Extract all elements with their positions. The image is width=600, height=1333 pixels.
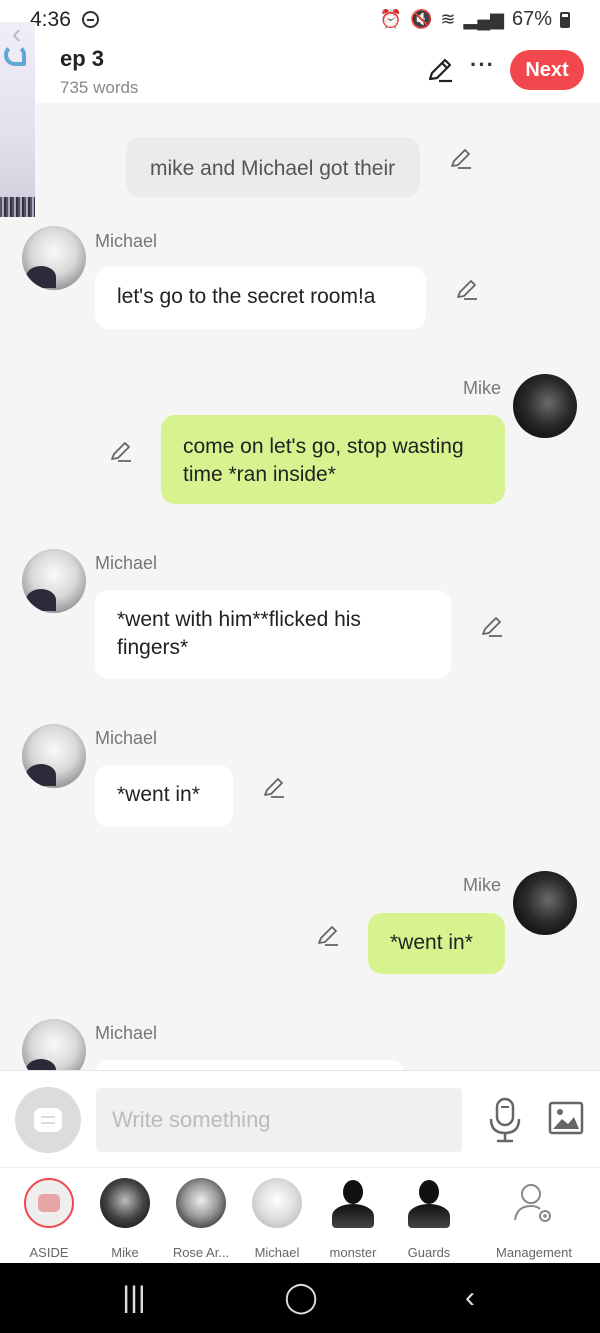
back-icon[interactable]: ‹ bbox=[440, 1277, 500, 1319]
message-bubble[interactable]: *went in* bbox=[95, 765, 233, 827]
avatar bbox=[176, 1178, 226, 1228]
michael-avatar[interactable] bbox=[22, 549, 86, 613]
story-cover-thumbnail[interactable] bbox=[0, 22, 35, 217]
message-bubble[interactable]: come on let's go, stop wasting time *ran… bbox=[161, 415, 505, 504]
edit-message-icon[interactable] bbox=[479, 614, 505, 640]
character-guards[interactable]: Guards bbox=[389, 1178, 469, 1260]
speaker-name: Michael bbox=[95, 1023, 158, 1043]
battery-percent: 67% bbox=[511, 8, 552, 30]
word-count: 735 words bbox=[60, 78, 139, 97]
silhouette-icon bbox=[328, 1178, 378, 1228]
battery-icon bbox=[560, 11, 570, 28]
message-input[interactable] bbox=[96, 1088, 462, 1152]
speaker-name: Mike bbox=[463, 378, 502, 398]
home-icon[interactable]: ◯ bbox=[271, 1277, 331, 1319]
more-options-button[interactable]: ··· bbox=[470, 52, 495, 78]
speaker-name: Mike bbox=[463, 875, 502, 895]
message-bubble[interactable]: let's go to the secret room!a bbox=[95, 267, 426, 329]
cover-art-detail bbox=[0, 197, 35, 217]
mute-icon: 🔇 bbox=[410, 9, 433, 29]
image-icon[interactable] bbox=[548, 1101, 584, 1135]
avatar bbox=[252, 1178, 302, 1228]
speaker-name: Michael bbox=[95, 231, 158, 251]
edit-message-icon[interactable] bbox=[108, 439, 134, 465]
avatar bbox=[100, 1178, 150, 1228]
chat-bubble-icon bbox=[34, 1108, 62, 1132]
mike-avatar[interactable] bbox=[513, 374, 577, 438]
episode-header: ep 3 735 words ··· Next bbox=[0, 38, 600, 103]
alarm-icon: ⏰ bbox=[379, 9, 402, 29]
character-label: monster bbox=[329, 1245, 377, 1260]
do-not-disturb-icon bbox=[82, 11, 99, 28]
system-icons: ⏰ 🔇 ≋ ▂▄▆ 67% bbox=[380, 8, 570, 31]
michael-avatar[interactable] bbox=[22, 226, 86, 290]
character-label: Rose Ar... bbox=[172, 1245, 230, 1260]
aside-toggle-button[interactable] bbox=[15, 1087, 81, 1153]
recent-apps-icon[interactable]: ||| bbox=[104, 1277, 164, 1319]
edit-message-icon[interactable] bbox=[261, 775, 287, 801]
speaker-name: Michael bbox=[95, 553, 158, 573]
edit-message-icon[interactable] bbox=[448, 146, 474, 172]
character-bar: ASIDE Mike Rose Ar... Michael monster Gu… bbox=[0, 1167, 600, 1263]
character-label: Guards bbox=[407, 1245, 451, 1260]
michael-avatar[interactable] bbox=[22, 724, 86, 788]
signal-icon: ▂▄▆ bbox=[463, 9, 504, 29]
silhouette-icon bbox=[404, 1178, 454, 1228]
edit-message-icon[interactable] bbox=[454, 277, 480, 303]
character-rose[interactable]: Rose Ar... bbox=[161, 1178, 241, 1260]
message-composer bbox=[0, 1070, 600, 1167]
microphone-icon[interactable] bbox=[487, 1097, 523, 1143]
character-monster[interactable]: monster bbox=[313, 1178, 393, 1260]
character-aside[interactable]: ASIDE bbox=[9, 1178, 89, 1260]
mike-avatar[interactable] bbox=[513, 871, 577, 935]
character-label: Management bbox=[496, 1245, 572, 1260]
character-management[interactable]: Management bbox=[484, 1178, 584, 1260]
chat-area[interactable]: mike and Michael got their Michael let's… bbox=[0, 103, 600, 1070]
user-settings-icon bbox=[514, 1184, 551, 1222]
character-label: Michael bbox=[254, 1245, 300, 1260]
next-button[interactable]: Next bbox=[510, 50, 584, 90]
system-nav-bar: ||| ◯ ‹ bbox=[0, 1263, 600, 1333]
character-michael[interactable]: Michael bbox=[237, 1178, 317, 1260]
user-settings-icon bbox=[509, 1178, 559, 1228]
character-mike[interactable]: Mike bbox=[85, 1178, 165, 1260]
message-bubble[interactable]: *went in* bbox=[368, 913, 505, 974]
wifi-icon: ≋ bbox=[440, 9, 456, 29]
narration-bubble[interactable]: mike and Michael got their bbox=[126, 137, 420, 197]
message-bubble[interactable] bbox=[95, 1060, 405, 1070]
speaker-name: Michael bbox=[95, 728, 158, 748]
message-bubble[interactable]: *went with him**flicked his fingers* bbox=[95, 590, 451, 679]
back-chevron-icon[interactable]: ‹ bbox=[12, 18, 21, 50]
michael-avatar[interactable] bbox=[22, 1019, 86, 1070]
character-label: Mike bbox=[111, 1245, 139, 1260]
status-time: 4:36 bbox=[30, 8, 71, 31]
episode-title: ep 3 bbox=[60, 46, 105, 71]
status-bar: 4:36 ⏰ 🔇 ≋ ▂▄▆ 67% bbox=[0, 0, 600, 38]
aside-icon bbox=[24, 1178, 74, 1228]
edit-episode-icon[interactable] bbox=[425, 55, 455, 85]
edit-message-icon[interactable] bbox=[315, 923, 341, 949]
character-label: ASIDE bbox=[29, 1245, 69, 1260]
